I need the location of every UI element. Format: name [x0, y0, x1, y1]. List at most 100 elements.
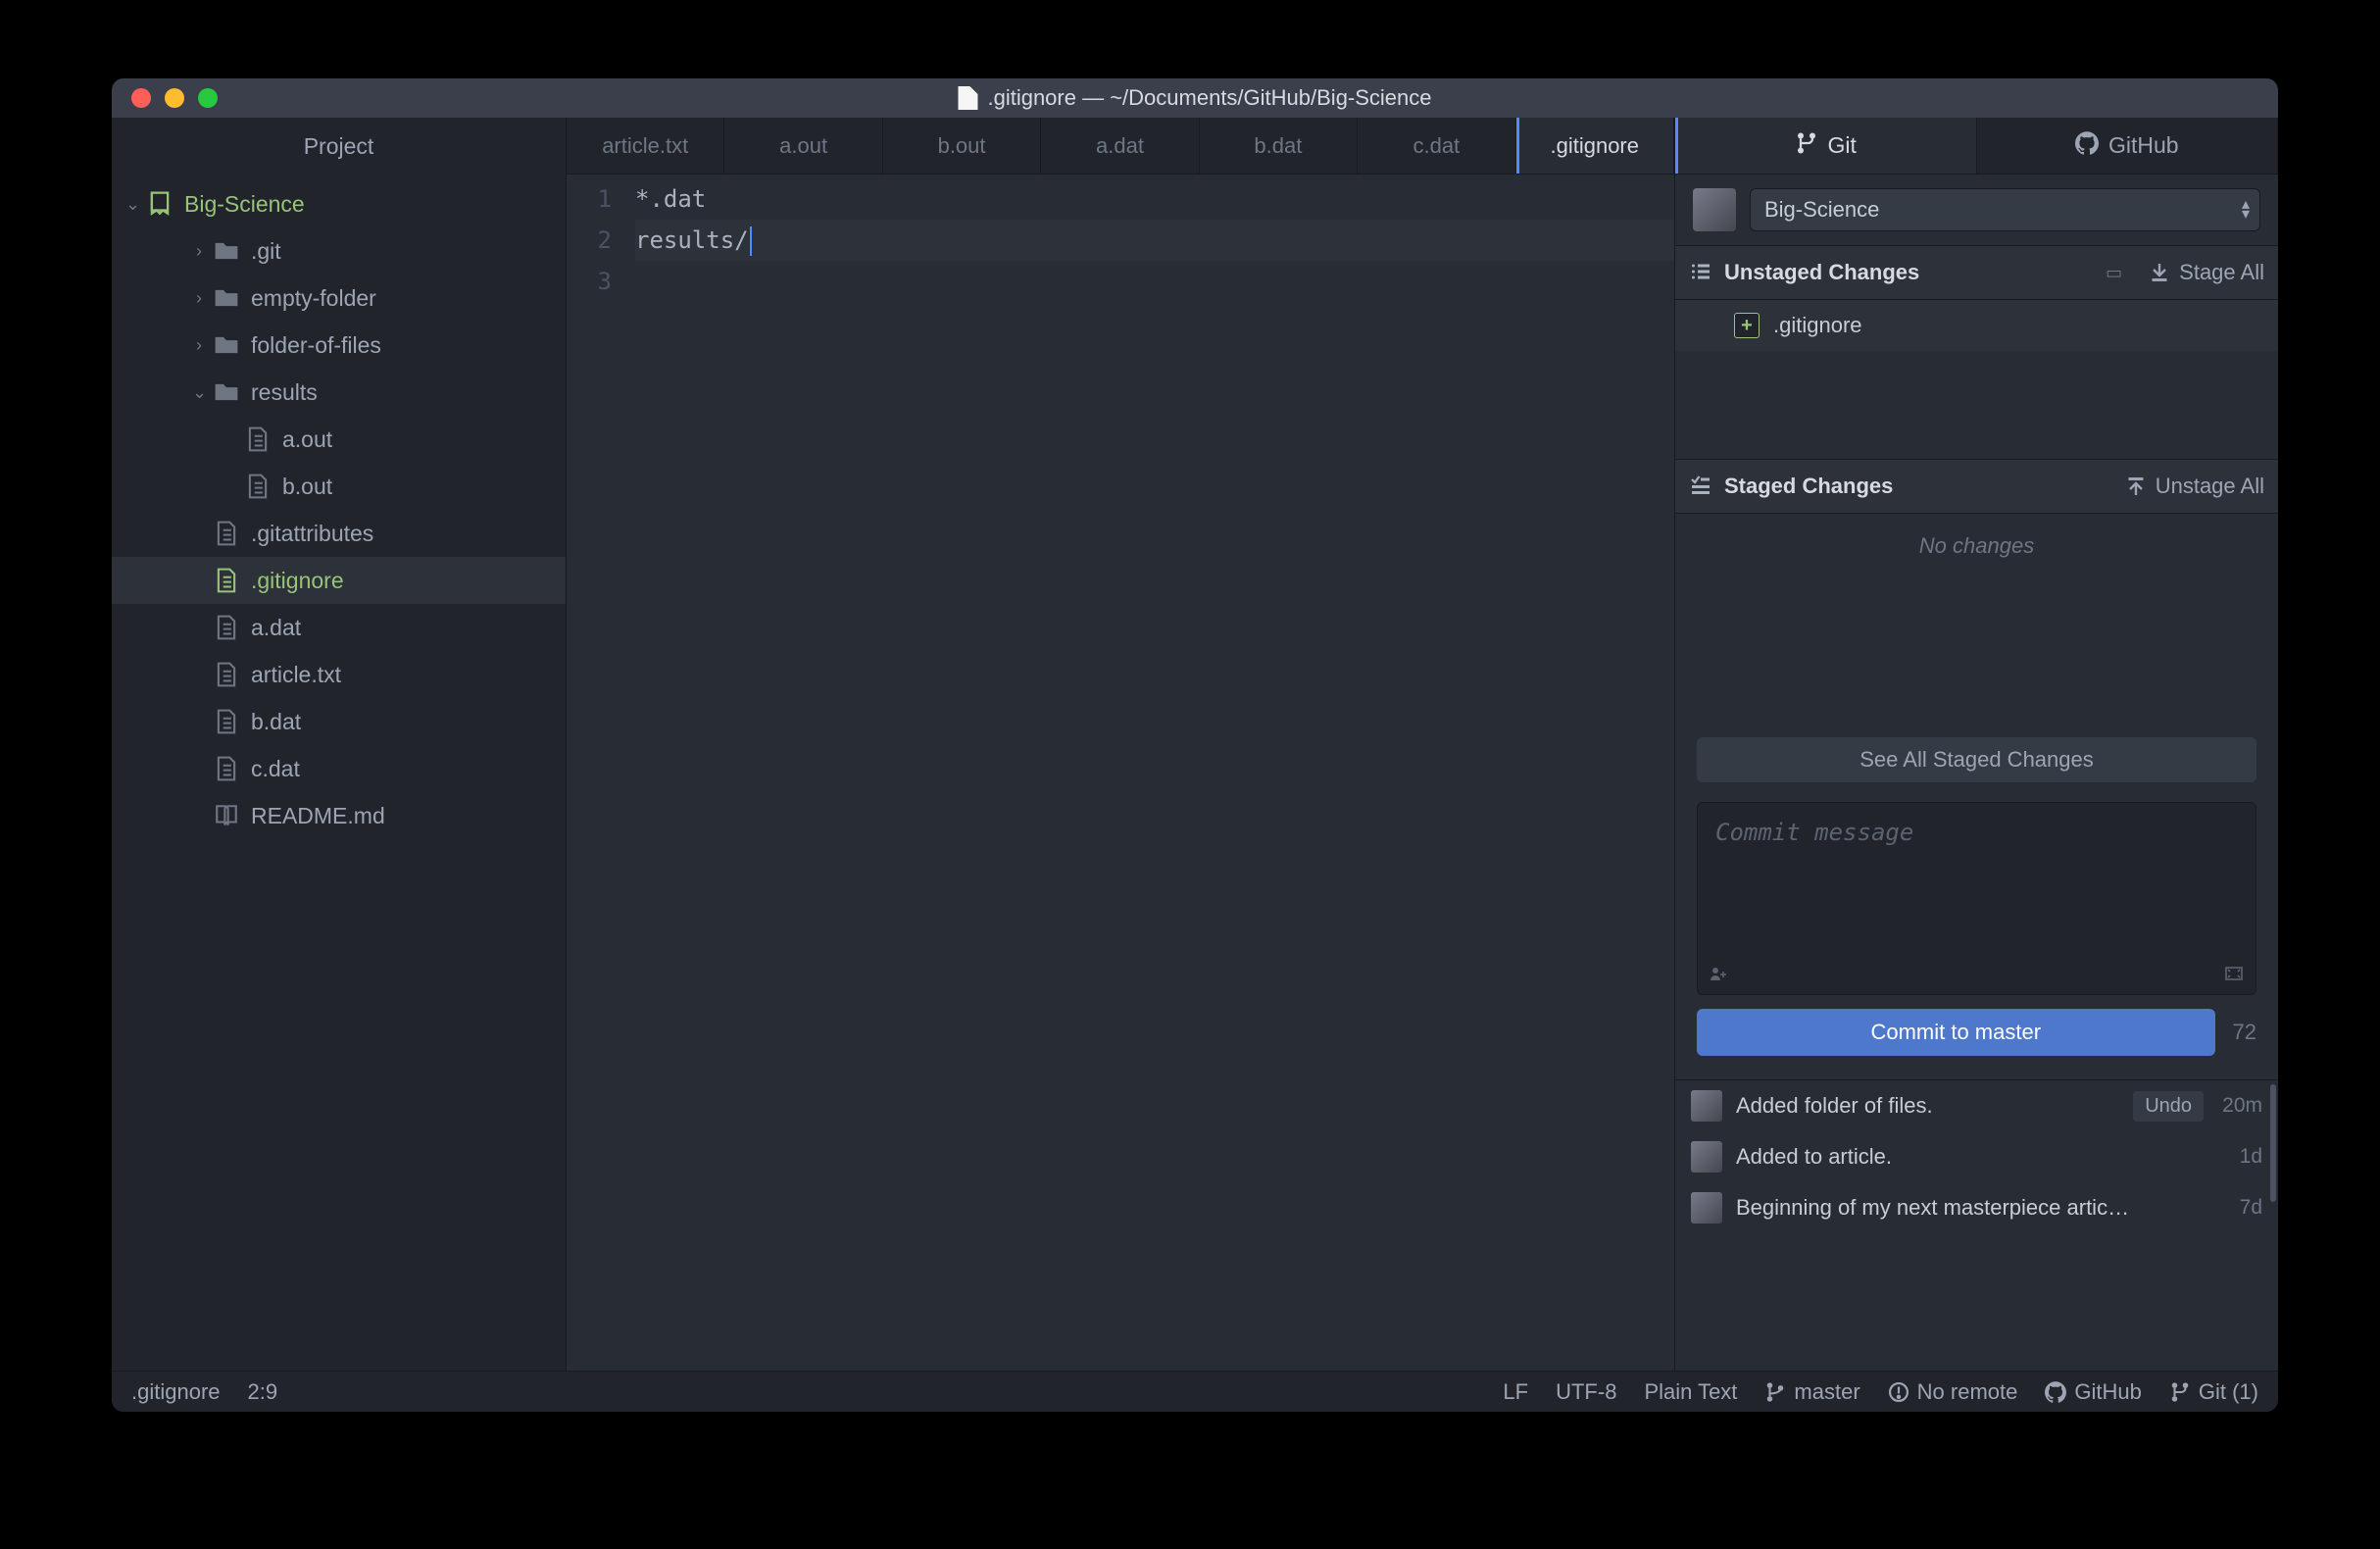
tree-item-label: a.out	[282, 426, 332, 453]
status-git[interactable]: Git (1)	[2169, 1379, 2258, 1405]
tree-folder[interactable]: ›empty-folder	[112, 275, 566, 322]
status-grammar[interactable]: Plain Text	[1644, 1379, 1737, 1405]
tree-file[interactable]: .gitattributes	[112, 510, 566, 557]
avatar	[1691, 1090, 1722, 1122]
editor-tab-label: article.txt	[602, 133, 688, 159]
staged-label: Staged Changes	[1724, 474, 2105, 499]
alert-icon	[1888, 1381, 1909, 1403]
tree-file[interactable]: a.dat	[112, 604, 566, 651]
collapse-icon[interactable]: ▭	[2100, 261, 2128, 285]
window-title-text: .gitignore — ~/Documents/GitHub/Big-Scie…	[987, 85, 1431, 111]
tree-root[interactable]: ⌄ Big-Science	[112, 180, 566, 227]
undo-button[interactable]: Undo	[2133, 1091, 2204, 1122]
code-area[interactable]: *.datresults/	[635, 175, 1674, 1371]
editor-tab[interactable]: b.out	[883, 118, 1041, 174]
add-coauthor-icon[interactable]	[1710, 966, 1729, 984]
avatar	[1691, 1192, 1722, 1224]
history-age: 1d	[2217, 1145, 2262, 1169]
status-remote-label: No remote	[1917, 1379, 2018, 1405]
commit-char-limit: 72	[2233, 1020, 2256, 1045]
commit-button[interactable]: Commit to master	[1697, 1009, 2215, 1056]
chevron-right-icon: ›	[192, 288, 206, 309]
status-line-ending[interactable]: LF	[1503, 1379, 1528, 1405]
git-panel-tabs: Git GitHub	[1675, 118, 2278, 175]
checklist-icon	[1689, 474, 1712, 500]
editor-tab-label: c.dat	[1413, 133, 1460, 159]
history-age: 20m	[2217, 1094, 2262, 1118]
added-badge: +	[1734, 313, 1760, 338]
editor-tab[interactable]: c.dat	[1358, 118, 1515, 174]
unstaged-file-row[interactable]: + .gitignore	[1675, 300, 2278, 351]
history-message: Added folder of files.	[1736, 1093, 2119, 1119]
zoom-window-button[interactable]	[198, 88, 218, 108]
status-file[interactable]: .gitignore	[131, 1379, 221, 1405]
status-branch[interactable]: master	[1764, 1379, 1859, 1405]
chevron-updown-icon: ▴▾	[2242, 200, 2250, 220]
git-panel: Git GitHub Big-Science ▴▾	[1674, 118, 2278, 1371]
status-encoding[interactable]: UTF-8	[1556, 1379, 1616, 1405]
line-number: 1	[567, 178, 612, 220]
chevron-right-icon: ›	[192, 335, 206, 356]
editor[interactable]: 123 *.datresults/	[567, 175, 1674, 1371]
tree-file[interactable]: c.dat	[112, 745, 566, 792]
editor-tab-label: b.out	[938, 133, 986, 159]
repo-select[interactable]: Big-Science ▴▾	[1750, 188, 2260, 231]
unstaged-file-name: .gitignore	[1773, 313, 1862, 338]
file-icon	[214, 615, 239, 640]
see-all-staged-button[interactable]: See All Staged Changes	[1697, 737, 2256, 782]
tree-file[interactable]: README.md	[112, 792, 566, 839]
file-icon	[245, 474, 271, 499]
history-message: Beginning of my next masterpiece artic…	[1736, 1195, 2204, 1221]
status-github[interactable]: GitHub	[2045, 1379, 2141, 1405]
repo-selector-row: Big-Science ▴▾	[1675, 175, 2278, 245]
app-window: .gitignore — ~/Documents/GitHub/Big-Scie…	[112, 78, 2278, 1412]
editor-tab[interactable]: .gitignore	[1516, 118, 1674, 174]
tree-file[interactable]: a.out	[112, 416, 566, 463]
code-line[interactable]: *.dat	[635, 178, 1674, 220]
tree-folder[interactable]: ›folder-of-files	[112, 322, 566, 369]
tree-file[interactable]: .gitignore	[112, 557, 566, 604]
file-icon	[245, 426, 271, 452]
editor-tab[interactable]: b.dat	[1200, 118, 1358, 174]
commit-history: Added folder of files. Undo 20m Added to ar…	[1675, 1079, 2278, 1233]
tree-folder[interactable]: ›.git	[112, 227, 566, 275]
history-age: 7d	[2217, 1196, 2262, 1220]
editor-tab-label: a.dat	[1096, 133, 1144, 159]
unstaged-label: Unstaged Changes	[1724, 260, 2088, 285]
history-row[interactable]: Beginning of my next masterpiece artic… 7…	[1675, 1182, 2278, 1233]
editor-tab[interactable]: article.txt	[567, 118, 724, 174]
tree-file[interactable]: b.dat	[112, 698, 566, 745]
commit-message-input[interactable]	[1698, 803, 2256, 960]
stage-all-button[interactable]: Stage All	[2148, 260, 2264, 285]
commit-message-box	[1697, 802, 2256, 995]
tree-file[interactable]: article.txt	[112, 651, 566, 698]
code-line[interactable]: results/	[635, 220, 1674, 261]
status-cursor[interactable]: 2:9	[248, 1379, 278, 1405]
status-remote[interactable]: No remote	[1888, 1379, 2018, 1405]
folder-icon	[214, 332, 239, 358]
tab-github[interactable]: GitHub	[1977, 118, 2279, 174]
history-row[interactable]: Added to article.1d	[1675, 1131, 2278, 1182]
editor-tab[interactable]: a.out	[724, 118, 882, 174]
file-icon	[958, 86, 977, 110]
chevron-down-icon: ⌄	[125, 194, 139, 215]
tree-folder[interactable]: ⌄results	[112, 369, 566, 416]
editor-tab-label: a.out	[779, 133, 827, 159]
book-icon	[214, 803, 239, 828]
tree-file[interactable]: b.out	[112, 463, 566, 510]
sidebar-header: Project	[112, 118, 566, 175]
editor-tab[interactable]: a.dat	[1041, 118, 1199, 174]
minimize-window-button[interactable]	[165, 88, 184, 108]
tree-root-label: Big-Science	[184, 191, 305, 218]
expand-icon[interactable]	[2224, 966, 2244, 984]
code-line[interactable]	[635, 261, 1674, 302]
list-icon	[1689, 260, 1712, 286]
history-row[interactable]: Added folder of files. Undo 20m	[1675, 1080, 2278, 1131]
close-window-button[interactable]	[131, 88, 151, 108]
text-cursor	[750, 226, 752, 256]
commit-row: Commit to master 72	[1697, 1009, 2256, 1056]
status-git-label: Git (1)	[2199, 1379, 2258, 1405]
tree-item-label: README.md	[251, 803, 385, 829]
tab-git[interactable]: Git	[1675, 118, 1977, 174]
unstage-all-button[interactable]: Unstage All	[2124, 474, 2264, 499]
